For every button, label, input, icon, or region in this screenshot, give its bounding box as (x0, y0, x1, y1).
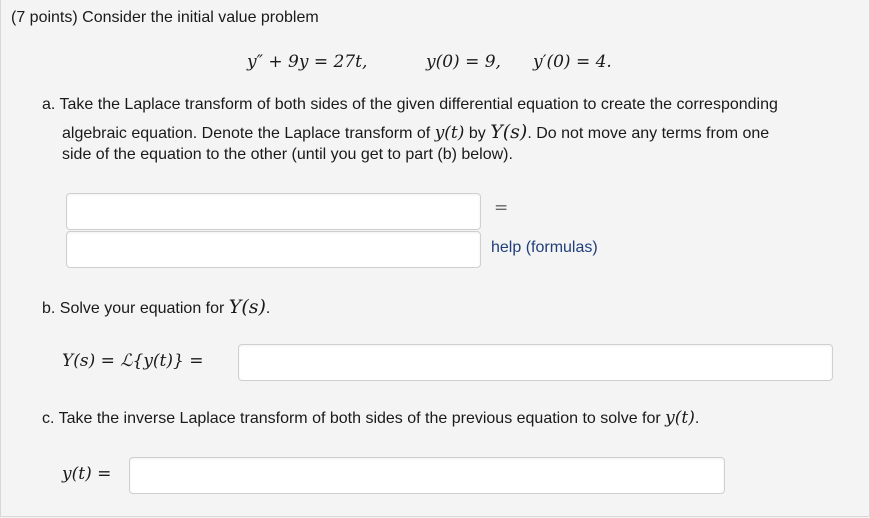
part-a-y-of-t: y(t) (434, 123, 465, 143)
part-b-prompt-pre: b. Solve your equation for (42, 300, 229, 317)
help-formulas-link[interactable]: help (formulas) (491, 239, 598, 257)
Y-of-s-input[interactable] (238, 344, 833, 381)
initial-condition-2: y′(0) = 4. (533, 52, 612, 72)
part-b-prompt: b. Solve your equation for Y(s). (42, 296, 270, 318)
y-of-t-input[interactable] (129, 457, 725, 494)
part-a-line-2-pre: algebraic equation. Denote the Laplace t… (62, 125, 435, 142)
problem-header: (7 points) Consider the initial value pr… (11, 9, 319, 26)
part-c-prompt-pre: c. Take the inverse Laplace transform of… (42, 410, 666, 427)
equals-sign: = (494, 198, 509, 218)
part-b-label: Y(s) = ℒ{y(t)} = (62, 351, 204, 371)
part-c-prompt: c. Take the inverse Laplace transform of… (42, 408, 699, 428)
initial-condition-1: y(0) = 9, (426, 52, 501, 72)
part-a-line-2-mid: by (464, 125, 491, 142)
part-a-line-2: algebraic equation. Denote the Laplace t… (62, 121, 769, 143)
part-a-line-2-post: . Do not move any terms from one (527, 125, 770, 142)
part-a-line-1: a. Take the Laplace transform of both si… (42, 96, 778, 113)
part-b-prompt-post: . (265, 300, 271, 317)
part-c-y-of-t: y(t) (665, 408, 695, 428)
part-a-line-3: side of the equation to the other (until… (62, 146, 513, 163)
laplace-lhs-input[interactable] (66, 193, 481, 230)
part-a-Y-of-s: Y(s) (490, 121, 528, 143)
part-c-label: y(t) = (62, 464, 112, 484)
part-c-prompt-post: . (694, 410, 700, 427)
ode-equation: y″ + 9y = 27t, (247, 52, 368, 72)
laplace-rhs-input[interactable] (66, 231, 481, 268)
part-b-Y-of-s: Y(s) (228, 296, 266, 318)
